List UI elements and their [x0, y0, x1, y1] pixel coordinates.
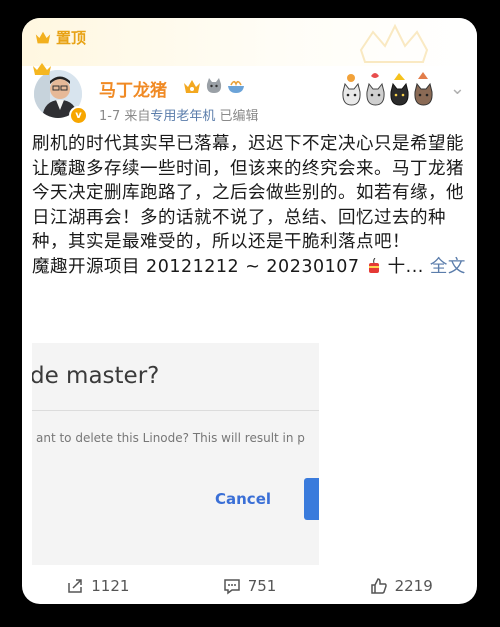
cat-sticker-icon	[342, 74, 361, 106]
cat-badge-icon[interactable]	[204, 76, 224, 96]
chevron-down-icon[interactable]: ⌄	[450, 78, 465, 99]
username[interactable]: 马丁龙猪	[99, 76, 167, 101]
edited-label[interactable]: 已编辑	[220, 109, 259, 124]
project-line: 魔趣开源项目 20121212 ~ 20230107	[32, 256, 360, 277]
like-button[interactable]: 2219	[325, 568, 477, 604]
bowl-badge-icon[interactable]	[226, 76, 246, 96]
thumbs-up-icon	[370, 578, 387, 594]
like-count: 2219	[394, 577, 433, 595]
full-text-link[interactable]: 全文	[430, 257, 466, 277]
source-device-link[interactable]: 专用老年机	[150, 109, 215, 124]
pin-text: 置顶	[56, 29, 87, 47]
cat-sticker-icon	[390, 73, 409, 106]
dialog-cancel-button: Cancel	[215, 490, 272, 508]
share-count: 1121	[91, 577, 130, 595]
dialog-confirm-button	[304, 478, 319, 520]
comment-count: 751	[247, 577, 277, 595]
attached-screenshot[interactable]: de master? ant to delete this Linode? Th…	[32, 343, 319, 565]
firecracker-emoji-icon	[368, 257, 379, 273]
post-last-line: 魔趣开源项目 20121212 ~ 20230107 十... 全文	[32, 255, 472, 280]
sticker-decoration	[340, 70, 435, 110]
avatar-crown-icon	[33, 63, 51, 75]
share-button[interactable]: 1121	[22, 568, 174, 604]
post-meta: 1-7 来自专用老年机 已编辑	[99, 105, 259, 124]
crown-badge-icon[interactable]	[182, 76, 202, 96]
user-badges	[182, 76, 246, 96]
weibo-post-card: 置顶 v 马丁龙猪 1-7 来自专用老年机 已编辑 ⌄ 刷机的时代其实早已落幕，…	[22, 18, 477, 604]
dialog-message: ant to delete this Linode? This will res…	[36, 431, 305, 445]
verified-badge-icon: v	[69, 106, 88, 125]
share-icon	[68, 579, 82, 593]
post-paragraph: 刷机的时代其实早已落幕，迟迟下不定决心只是希望能让魔趣多存续一些时间，但该来的终…	[32, 134, 464, 252]
truncated-text: 十...	[381, 256, 424, 277]
pinned-label: 置顶	[34, 27, 86, 48]
post-date: 1-7	[99, 109, 121, 124]
comment-button[interactable]: 751	[174, 568, 326, 604]
dialog-title: de master?	[32, 363, 160, 389]
action-bar: 1121 751 2219	[22, 568, 477, 604]
dialog-divider	[32, 410, 319, 411]
comment-icon	[223, 579, 240, 595]
crown-decoration-icon	[359, 23, 429, 63]
crown-icon	[35, 31, 51, 43]
post-body: 刷机的时代其实早已落幕，迟迟下不定决心只是希望能让魔趣多存续一些时间，但该来的终…	[32, 132, 472, 279]
cat-sticker-icon	[414, 72, 433, 106]
cat-sticker-icon	[366, 73, 385, 106]
source-prefix: 来自	[124, 109, 151, 124]
